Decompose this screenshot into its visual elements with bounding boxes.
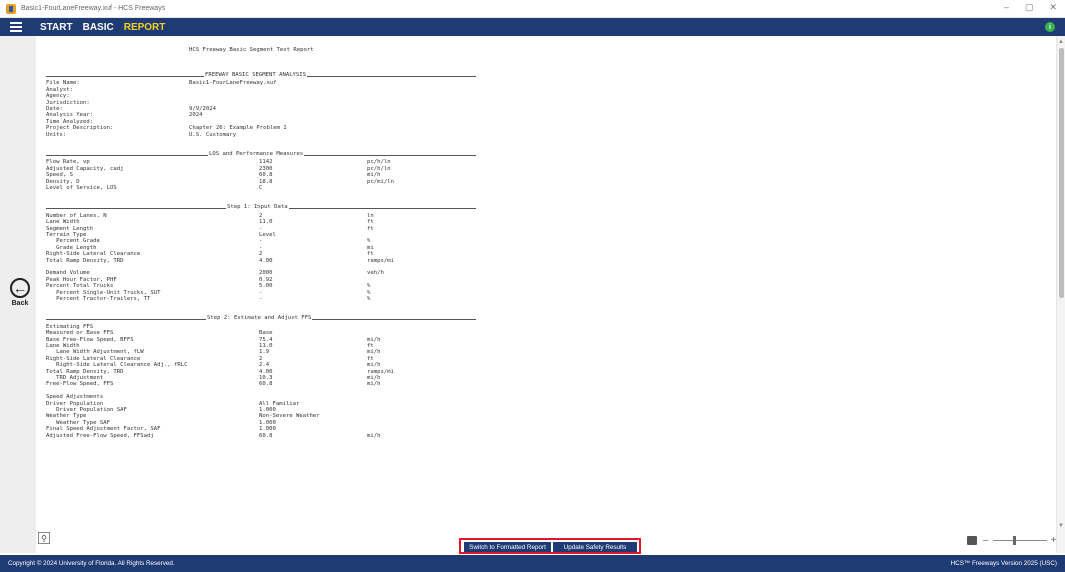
section-title: Step 2: Estimate and Adjust FFS xyxy=(206,315,313,323)
switch-formatted-report-button[interactable]: Switch to Formatted Report xyxy=(464,542,551,552)
row-value: C xyxy=(259,185,263,191)
close-icon[interactable]: ✕ xyxy=(1049,2,1057,13)
row-label: Level of Service, LOS xyxy=(46,185,117,191)
maximize-icon[interactable]: ▢ xyxy=(1025,2,1034,13)
section-title: LOS and Performance Measures xyxy=(208,151,305,158)
row-label: Units: xyxy=(46,131,67,138)
section-rule: LOS and Performance Measures xyxy=(46,151,476,158)
section-title: Step 1: Input Data xyxy=(226,204,289,212)
scroll-thumb[interactable] xyxy=(1059,48,1064,298)
report-row: Adjusted Free-Flow Speed, FFSadj 60.8 mi/h xyxy=(46,433,476,440)
zoom-out-button[interactable]: – xyxy=(983,535,989,546)
version-text: HCS™ Freeways Version 2025 (USC) xyxy=(950,560,1057,567)
scroll-down-icon[interactable]: ▼ xyxy=(1058,523,1064,529)
zoom-controls: – + xyxy=(967,534,1062,546)
report-viewer: HCS Freeway Basic Segment Text Report FR… xyxy=(36,36,1056,553)
section-rule: Step 2: Estimate and Adjust FFS xyxy=(46,315,476,323)
row-value: - xyxy=(259,296,263,302)
report-row: Units: U.S. Customary xyxy=(46,132,476,139)
row-unit: mi/h xyxy=(367,432,381,439)
update-safety-results-button[interactable]: Update Safety Results xyxy=(553,542,637,552)
window-title: Basic1-FourLaneFreeway.xuf - HCS Freeway… xyxy=(21,5,166,12)
report-row: Level of Service, LOS C xyxy=(46,185,476,192)
scroll-up-icon[interactable]: ▲ xyxy=(1058,39,1064,45)
section-title: FREEWAY BASIC SEGMENT ANALYSIS xyxy=(204,72,308,79)
status-bar: Copyright © 2024 University of Florida. … xyxy=(0,555,1065,572)
vertical-scrollbar[interactable]: ▲ ▼ xyxy=(1056,36,1065,553)
info-icon[interactable]: i xyxy=(1045,22,1055,32)
text-report: HCS Freeway Basic Segment Text Report FR… xyxy=(46,36,1036,536)
minimize-icon[interactable]: – xyxy=(1004,2,1009,13)
row-unit: % xyxy=(367,296,371,302)
app-logo-icon xyxy=(6,3,16,14)
zoom-slider[interactable] xyxy=(992,535,1047,545)
hamburger-menu-icon[interactable] xyxy=(10,22,22,32)
section-rule: Step 1: Input Data xyxy=(46,204,476,212)
section-rule: FREEWAY BASIC SEGMENT ANALYSIS xyxy=(46,72,476,79)
report-header: HCS Freeway Basic Segment Text Report xyxy=(189,47,314,53)
row-value: U.S. Customary xyxy=(189,131,237,138)
back-arrow-icon: ← xyxy=(10,278,30,298)
row-label: Percent Tractor-Trailers, TT xyxy=(46,296,151,302)
menu-bar: START BASIC REPORT i xyxy=(0,18,1065,36)
window-controls: – ▢ ✕ xyxy=(1004,2,1057,13)
left-panel: ← Back xyxy=(0,36,36,553)
search-icon: ⚲ xyxy=(41,533,47,543)
search-button[interactable]: ⚲ xyxy=(38,532,50,544)
menu-start[interactable]: START xyxy=(40,22,73,33)
title-bar: Basic1-FourLaneFreeway.xuf - HCS Freeway… xyxy=(0,0,1065,18)
report-row: Percent Tractor-Trailers, TT -% xyxy=(46,296,476,303)
action-buttons-highlight: Switch to Formatted Report Update Safety… xyxy=(459,538,641,554)
zoom-in-button[interactable]: + xyxy=(1051,535,1057,546)
row-label: Adjusted Free-Flow Speed, FFSadj xyxy=(46,432,154,439)
menu-report[interactable]: REPORT xyxy=(124,22,166,33)
back-button[interactable]: ← Back xyxy=(8,278,32,307)
fit-page-icon[interactable] xyxy=(967,535,977,545)
back-label: Back xyxy=(11,300,29,307)
row-value: 60.8 xyxy=(259,432,273,439)
copyright-text: Copyright © 2024 University of Florida. … xyxy=(8,560,175,567)
menu-basic[interactable]: BASIC xyxy=(83,22,114,33)
zoom-slider-thumb[interactable] xyxy=(1012,535,1016,545)
